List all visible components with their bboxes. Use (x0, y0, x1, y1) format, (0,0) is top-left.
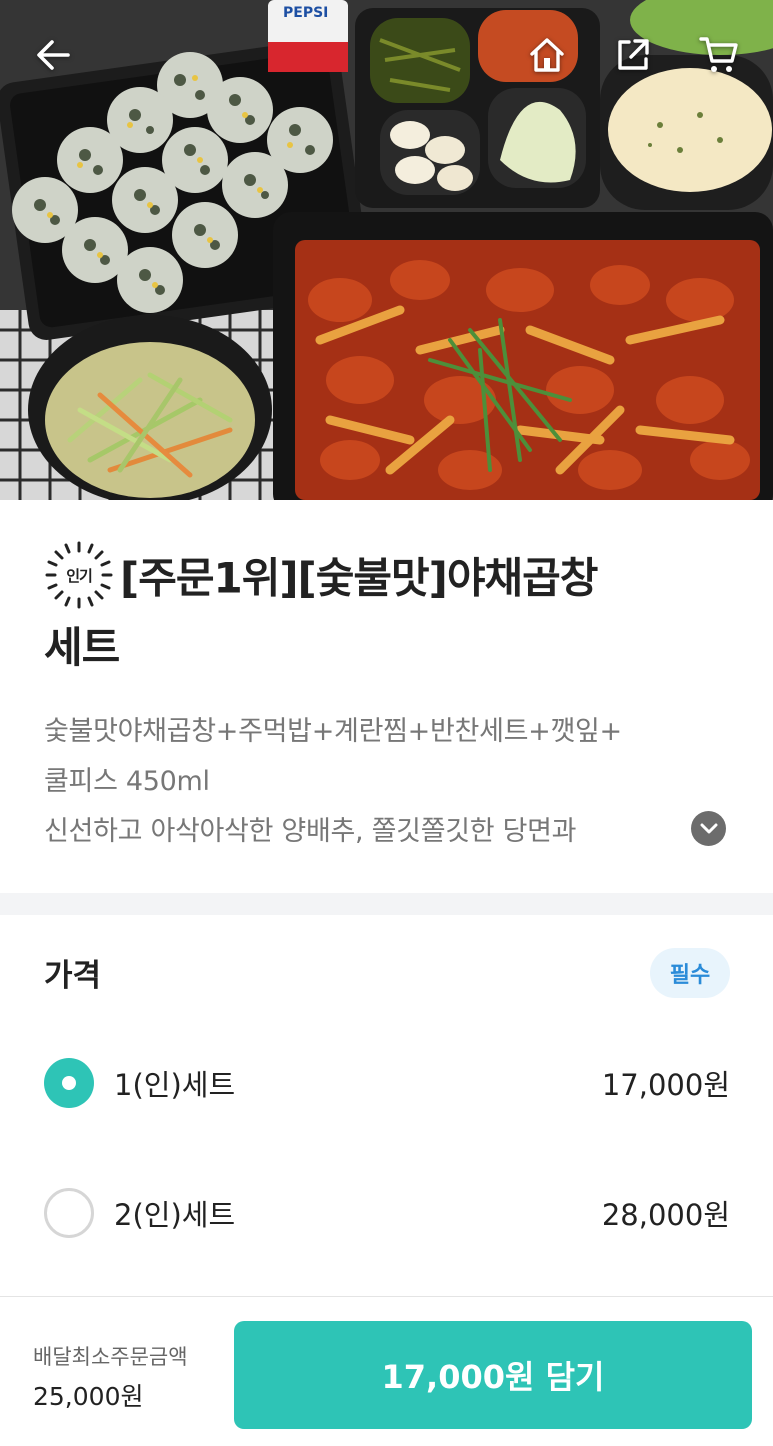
price-section-title: 가격 (44, 958, 102, 994)
description-line-1: 숯불맛야채곱창+주먹밥+계란찜+반찬세트+깻잎+ (44, 716, 622, 747)
product-detail-page: PEPSI 인기 [주문1위][숯불맛]야채곱창 세트 숯불맛야채곱창+주먹밥+… (0, 0, 773, 1446)
price-option-2[interactable]: 2(인)세트 28,000원 (44, 1183, 730, 1243)
popular-badge-text: 인기 (66, 567, 92, 585)
option-price: 28,000원 (601, 1198, 730, 1232)
radio-unselected[interactable] (44, 1188, 94, 1238)
option-label: 1(인)세트 (114, 1068, 236, 1102)
add-to-cart-button[interactable]: 17,000원 담기 (234, 1321, 752, 1429)
title-line-2: 세트 (44, 623, 120, 672)
chevron-down-icon (700, 823, 717, 833)
popular-burst-icon: 인기 (45, 541, 113, 609)
product-photo: PEPSI (0, 0, 773, 500)
arrow-left-icon (37, 40, 70, 70)
option-price: 17,000원 (601, 1068, 730, 1102)
pepsi-can-text: PEPSI (283, 5, 328, 21)
product-title: 인기 [주문1위][숯불맛]야채곱창 세트 (44, 541, 734, 680)
price-option-1[interactable]: 1(인)세트 17,000원 (44, 1053, 730, 1113)
radio-selected[interactable] (44, 1058, 94, 1108)
product-description: 숯불맛야채곱창+주먹밥+계란찜+반찬세트+깻잎+ 쿨피스 450ml 신선하고 … (44, 707, 734, 857)
cart-button[interactable] (694, 30, 744, 80)
option-label: 2(인)세트 (114, 1198, 236, 1232)
min-order-value: 25,000원 (33, 1382, 144, 1411)
title-line-1: [주문1위][숯불맛]야채곱창 (120, 553, 598, 603)
expand-description-button[interactable] (691, 811, 726, 846)
back-button[interactable] (28, 30, 78, 80)
required-badge: 필수 (650, 948, 730, 998)
bottom-order-bar: 배달최소주문금액 25,000원 17,000원 담기 (0, 1296, 773, 1446)
min-order-label: 배달최소주문금액 (33, 1345, 188, 1369)
popular-badge: 인기 (44, 540, 114, 610)
home-icon (530, 38, 564, 72)
share-button[interactable] (608, 30, 658, 80)
share-icon (618, 39, 649, 70)
section-divider (0, 893, 773, 915)
description-line-3: 신선하고 아삭아삭한 양배추, 쫄깃쫄깃한 당면과 (44, 816, 577, 847)
description-line-2: 쿨피스 450ml (44, 766, 210, 797)
cart-icon (699, 37, 738, 72)
home-button[interactable] (522, 30, 572, 80)
